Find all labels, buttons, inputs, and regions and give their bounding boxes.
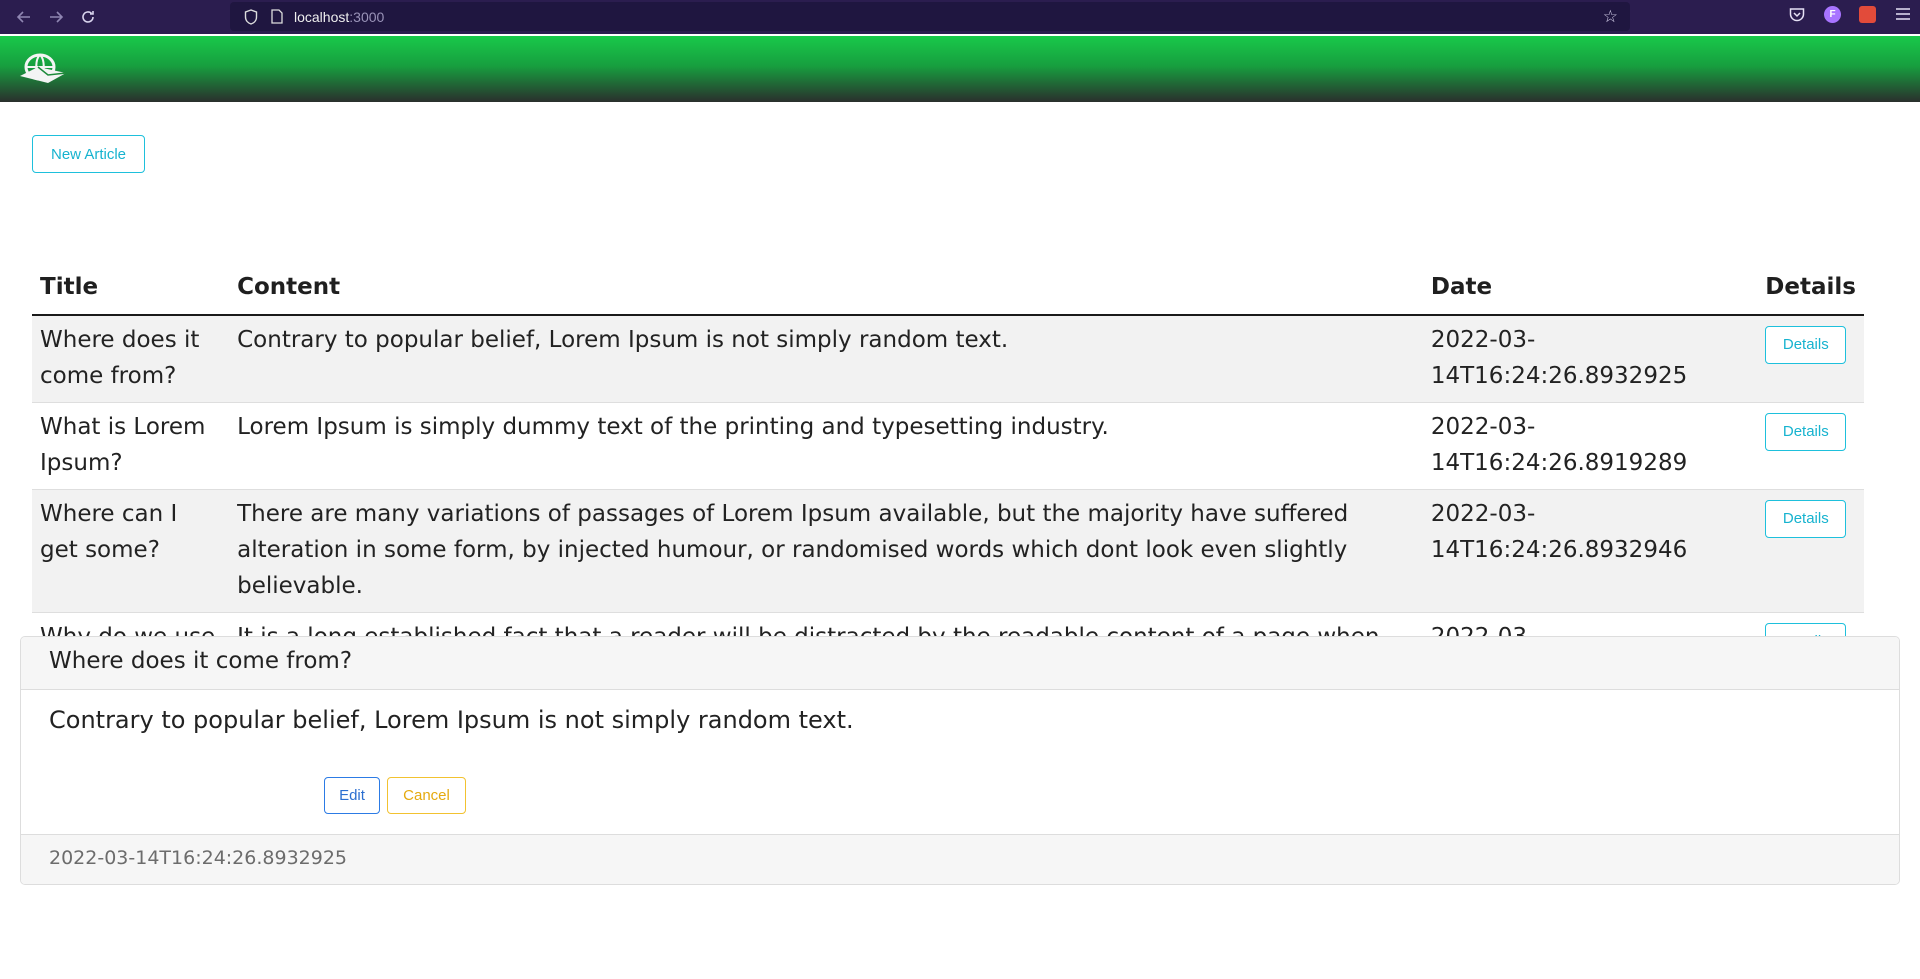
- article-content: Lorem Ipsum is simply dummy text of the …: [229, 402, 1423, 490]
- card-date: 2022-03-14T16:24:26.8932925: [21, 834, 1899, 884]
- hamburger-menu-icon[interactable]: [1894, 5, 1912, 23]
- article-detail-card: Where does it come from? Contrary to pop…: [20, 636, 1900, 885]
- browser-toolbar: localhost:3000 ☆ F: [0, 0, 1920, 34]
- column-header-content: Content: [229, 274, 1423, 316]
- article-title: Where does it come from?: [32, 314, 230, 403]
- article-title: What is Lorem Ipsum?: [32, 402, 230, 490]
- column-header-date: Date: [1422, 274, 1758, 316]
- article-date: 2022-03-14T16:24:26.8932946: [1422, 489, 1758, 613]
- extension-icon[interactable]: [1859, 5, 1876, 23]
- arrow-left-icon[interactable]: [10, 3, 38, 31]
- card-title: Where does it come from?: [21, 637, 1899, 690]
- star-icon[interactable]: ☆: [1603, 7, 1618, 27]
- cancel-button[interactable]: Cancel: [387, 777, 466, 814]
- card-content: Contrary to popular belief, Lorem Ipsum …: [49, 706, 854, 734]
- article-date: 2022-03-14T16:24:26.8932925: [1422, 314, 1758, 403]
- new-article-button[interactable]: New Article: [32, 135, 145, 173]
- reload-icon[interactable]: [74, 3, 102, 31]
- url-bar[interactable]: localhost:3000 ☆: [230, 2, 1630, 31]
- article-content: There are many variations of passages of…: [229, 489, 1423, 613]
- profile-avatar[interactable]: F: [1824, 5, 1841, 23]
- table-row: Where can I get some? There are many var…: [32, 489, 1864, 613]
- table-row: What is Lorem Ipsum? Lorem Ipsum is simp…: [32, 402, 1864, 490]
- details-button[interactable]: Details: [1765, 499, 1847, 538]
- shield-icon[interactable]: [242, 8, 260, 26]
- app-header: [0, 36, 1920, 102]
- table-row: Where does it come from? Contrary to pop…: [32, 314, 1864, 403]
- card-body: Contrary to popular belief, Lorem Ipsum …: [21, 690, 1899, 834]
- edit-button[interactable]: Edit: [324, 777, 380, 814]
- column-header-details: Details: [1757, 274, 1864, 316]
- article-content: Contrary to popular belief, Lorem Ipsum …: [229, 314, 1423, 403]
- pocket-icon[interactable]: [1788, 5, 1806, 23]
- details-button[interactable]: Details: [1765, 412, 1847, 451]
- page-icon[interactable]: [268, 8, 286, 26]
- column-header-title: Title: [32, 274, 230, 316]
- globe-envelope-logo[interactable]: [18, 52, 68, 86]
- article-title: Where can I get some?: [32, 489, 230, 613]
- details-button[interactable]: Details: [1765, 325, 1847, 364]
- table-header-row: Title Content Date Details: [32, 274, 1864, 316]
- article-date: 2022-03-14T16:24:26.8919289: [1422, 402, 1758, 490]
- url-text[interactable]: localhost:3000: [294, 9, 384, 25]
- arrow-right-icon[interactable]: [42, 3, 70, 31]
